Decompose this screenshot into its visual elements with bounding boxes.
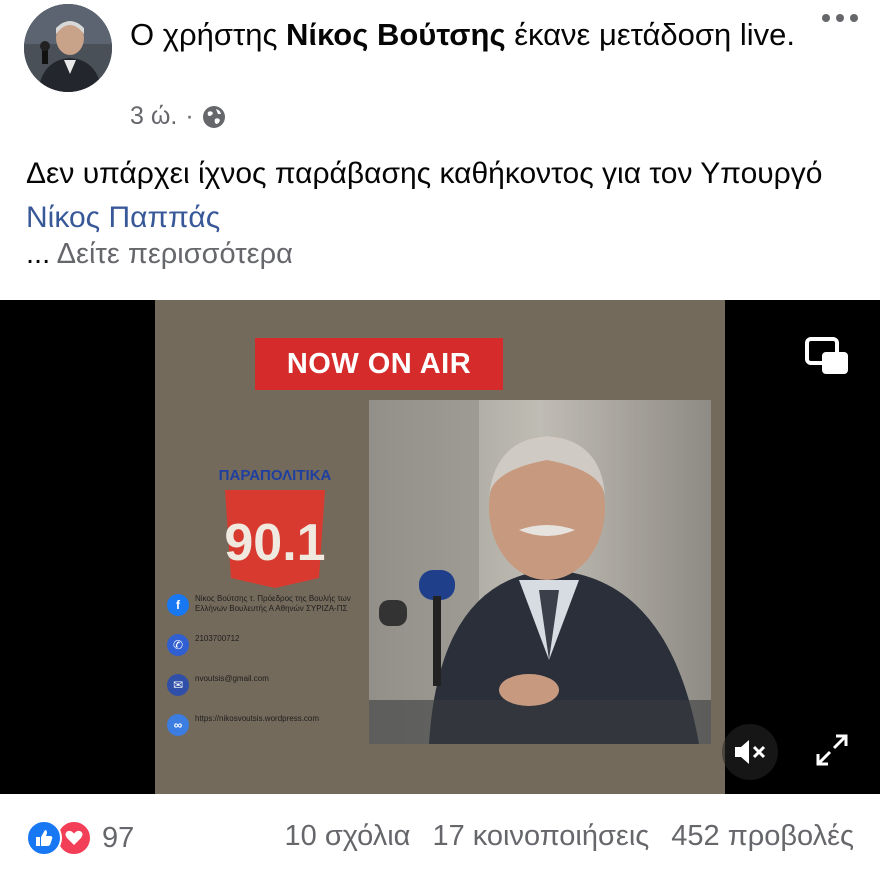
contact-phone: ✆ 2103700712 <box>167 634 367 656</box>
contact-facebook: f Νίκος Βούτσης τ. Πρόεδρος της Βουλής τ… <box>167 594 367 616</box>
see-more-label: Δείτε περισσότερα <box>56 238 293 270</box>
picture-in-picture-button[interactable] <box>804 336 850 376</box>
facebook-icon: f <box>167 594 189 616</box>
post-footer: 97 10 σχόλια 17 κοινοποιήσεις 452 προβολ… <box>0 806 880 866</box>
radio-logo: ΠΑΡΑΠΟΛΙΤΙΚΑ 90.1 <box>219 467 332 588</box>
speaker-photo <box>369 400 711 744</box>
contact-phone-text: 2103700712 <box>195 634 240 643</box>
contact-mail: ✉ nvoutsis@gmail.com <box>167 674 367 696</box>
logo-title: ΠΑΡΑΠΟΛΙΤΙΚΑ <box>219 467 332 484</box>
mail-icon: ✉ <box>167 674 189 696</box>
mention-link[interactable]: Νίκος Παππάς <box>26 201 220 234</box>
mute-icon <box>735 740 766 764</box>
post-stats: 10 σχόλια 17 κοινοποιήσεις 452 προβολές <box>285 820 855 853</box>
contact-mail-text: nvoutsis@gmail.com <box>195 674 269 683</box>
contact-link-text: https://nikosvoutsis.wordpress.com <box>195 714 320 723</box>
now-on-air-banner: NOW ON AIR <box>255 338 503 390</box>
actor-prefix: Ο χρήστης <box>130 17 287 52</box>
reactions-summary[interactable]: 97 <box>26 820 134 856</box>
see-more-dots: ... <box>26 238 51 270</box>
more-options-button[interactable] <box>822 14 858 22</box>
actor-name-link[interactable]: Νίκος Βούτσης <box>286 17 506 52</box>
like-reaction-icon <box>26 820 62 856</box>
mute-button[interactable] <box>722 724 778 780</box>
see-more-button[interactable]: ... Δείτε περισσότερα <box>26 238 293 271</box>
post-timestamp[interactable]: 3 ώ. <box>130 102 177 131</box>
profile-avatar[interactable] <box>24 4 112 92</box>
phone-icon: ✆ <box>167 634 189 656</box>
comments-count-link[interactable]: 10 σχόλια <box>285 820 411 853</box>
speaker-image <box>369 400 711 744</box>
post-header: Ο χρήστης Νίκος Βούτσης έκανε μετάδοση l… <box>0 0 880 140</box>
post-meta: 3 ώ. · <box>130 102 226 131</box>
avatar-image <box>24 4 112 92</box>
logo-number: 90.1 <box>224 514 325 572</box>
globe-icon <box>202 105 225 128</box>
video-frame: NOW ON AIR ΠΑΡΑΠΟΛΙΤΙΚΑ 90.1 f Νίκος Βού… <box>155 300 725 794</box>
post-actor-line: Ο χρήστης Νίκος Βούτσης έκανε μετάδοση l… <box>130 14 810 56</box>
pip-icon <box>805 337 848 374</box>
link-icon: ∞ <box>167 714 189 736</box>
contact-link: ∞ https://nikosvoutsis.wordpress.com <box>167 714 367 736</box>
more-options-icon <box>822 14 830 22</box>
views-count: 452 προβολές <box>671 820 854 852</box>
actor-action: έκανε μετάδοση live. <box>505 17 796 52</box>
contact-list: f Νίκος Βούτσης τ. Πρόεδρος της Βουλής τ… <box>167 594 367 754</box>
shares-count-link[interactable]: 17 κοινοποιήσεις <box>432 820 649 853</box>
live-video-player[interactable]: NOW ON AIR ΠΑΡΑΠΟΛΙΤΙΚΑ 90.1 f Νίκος Βού… <box>0 300 880 794</box>
fullscreen-icon <box>816 734 848 766</box>
post-text: Δεν υπάρχει ίχνος παράβασης καθήκοντος γ… <box>26 152 856 240</box>
post-text-content: Δεν υπάρχει ίχνος παράβασης καθήκοντος γ… <box>26 157 823 190</box>
fullscreen-button[interactable] <box>812 730 852 770</box>
contact-facebook-text: Νίκος Βούτσης τ. Πρόεδρος της Βουλής των… <box>195 594 351 613</box>
meta-separator: · <box>185 102 194 130</box>
reaction-count: 97 <box>102 821 135 854</box>
